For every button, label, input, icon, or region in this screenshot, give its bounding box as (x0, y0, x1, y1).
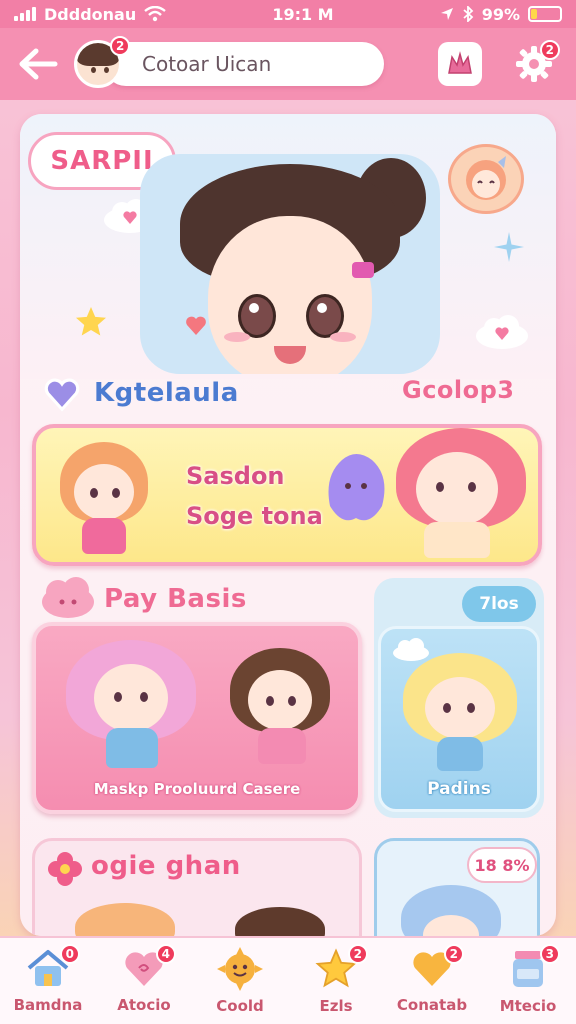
search-bar: 2 (74, 36, 384, 88)
padins-caption: Padins (427, 779, 491, 799)
chibi-character (403, 653, 517, 773)
banner-line-1: Sasdon (186, 462, 285, 490)
flower-icon (48, 852, 82, 886)
main-card: SARPII Kgtelaula Gcolop3 Sasdon Soge ton… (20, 114, 556, 936)
settings-button[interactable]: 2 (512, 40, 560, 86)
hero-banner: SARPII (20, 114, 556, 379)
battery-fill (531, 9, 537, 19)
status-time: 19:1 M (272, 4, 334, 24)
wifi-icon (144, 6, 166, 22)
cat-face-icon (466, 156, 506, 200)
signal-icon (14, 7, 36, 21)
sparkle-icon (494, 232, 524, 262)
section-subtitle: Gcolop3 (402, 376, 515, 404)
settings-badge: 2 (539, 40, 560, 60)
back-button[interactable] (16, 42, 60, 86)
search-input[interactable] (104, 42, 384, 86)
nav-badge: 0 (59, 944, 80, 964)
ogie-ghan-card[interactable]: ogie ghan (32, 838, 362, 936)
carrier-name: Ddddonau (44, 4, 137, 24)
nav-label: Ezls (319, 997, 353, 1015)
battery-percent: 99% (481, 4, 520, 24)
bluetooth-icon (463, 6, 474, 22)
chibi-character (235, 907, 325, 936)
cloud-face-icon (42, 577, 94, 618)
ghost-icon (328, 454, 385, 521)
nav-item-conatab[interactable]: Conatab 2 (384, 938, 480, 1024)
heart-badge-icon (44, 378, 80, 412)
arrow-left-icon (19, 48, 58, 80)
crown-flower-icon (448, 51, 472, 74)
star-icon (76, 307, 106, 336)
chibi-character (75, 903, 175, 936)
bottom-nav: Bamdna 0 Atocio 4 Coold Ezls 2 Conatab 2… (0, 936, 576, 1024)
nav-label: Atocio (117, 996, 171, 1014)
chibi-character (226, 648, 336, 768)
nav-item-mtecio[interactable]: Mtecio 3 (480, 938, 576, 1024)
battery-icon (528, 6, 562, 22)
nav-label: Mtecio (499, 997, 557, 1015)
sun-face-icon (217, 947, 263, 991)
status-bar: Ddddonau 19:1 M 99% (0, 0, 576, 28)
section-title-ogie-ghan: ogie ghan (91, 851, 241, 881)
section-title-pay-basis: Pay Basis (104, 584, 247, 614)
pay-card-caption: Maskp Prooluurd Casere (93, 780, 301, 798)
chibi-character (54, 442, 154, 558)
nav-item-coold[interactable]: Coold (192, 938, 288, 1024)
banner-line-2: Soge tona (186, 502, 323, 530)
nav-badge: 2 (347, 944, 368, 964)
chat-character-icon[interactable] (448, 144, 524, 214)
pay-basis-card[interactable]: Maskp Prooluurd Casere (32, 622, 362, 814)
side-pill[interactable]: 7los (462, 586, 536, 622)
section-title-kgtelaula: Kgtelaula (94, 378, 239, 408)
nav-item-bamdna[interactable]: Bamdna 0 (0, 938, 96, 1024)
location-icon (440, 8, 453, 20)
app-header: 2 2 (0, 28, 576, 100)
character-portrait (140, 154, 440, 374)
percent-card[interactable]: 18 8% (374, 838, 540, 936)
nav-label: Bamdna (13, 996, 83, 1014)
side-panel: 7los Padins (374, 578, 544, 818)
percent-pill: 18 8% (467, 847, 537, 883)
chibi-character (66, 640, 196, 770)
nav-badge: 4 (155, 944, 176, 964)
nav-badge: 3 (539, 944, 560, 964)
chibi-character (390, 428, 530, 560)
nav-label: Coold (216, 997, 264, 1015)
nav-label: Conatab (396, 996, 468, 1014)
nav-item-ezls[interactable]: Ezls 2 (288, 938, 384, 1024)
heart-icon (186, 316, 206, 335)
bookmark-button[interactable] (438, 42, 482, 86)
chibi-character (401, 885, 501, 936)
nav-badge: 2 (443, 944, 464, 964)
cloud-heart-icon (476, 315, 528, 349)
banner-card[interactable]: Sasdon Soge tona (32, 424, 542, 566)
nav-item-atocio[interactable]: Atocio 4 (96, 938, 192, 1024)
padins-card[interactable]: Padins (378, 626, 540, 812)
